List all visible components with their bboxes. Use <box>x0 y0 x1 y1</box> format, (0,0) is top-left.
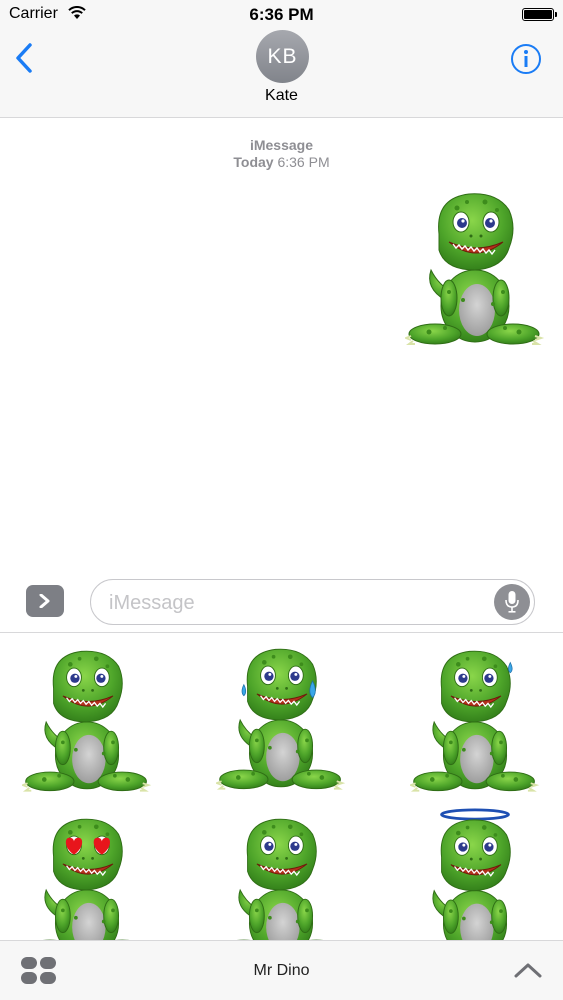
message-composer <box>0 572 563 633</box>
message-field[interactable] <box>90 579 535 625</box>
chevron-up-icon[interactable] <box>513 961 543 984</box>
sticker-dino-sweat-big[interactable] <box>216 639 346 799</box>
sticker-drawer <box>0 633 563 940</box>
sticker-dino-plain[interactable] <box>216 809 346 940</box>
chevron-left-icon[interactable] <box>14 42 34 79</box>
battery-icon <box>522 8 557 21</box>
sticker-dino-halo[interactable] <box>409 803 540 940</box>
sticker-dino-sweat-drop[interactable] <box>409 641 540 801</box>
message-input[interactable] <box>107 589 481 617</box>
conversation-header: KB Kate <box>0 30 563 118</box>
expand-apps-button[interactable] <box>26 585 64 617</box>
message-timestamp: Today 6:36 PM <box>0 154 563 170</box>
time-label: 6:36 PM <box>277 154 330 170</box>
service-label: iMessage <box>249 137 314 153</box>
clock: 6:36 PM <box>249 5 314 24</box>
microphone-icon[interactable] <box>494 584 530 620</box>
status-bar: Carrier 6:36 PM <box>0 0 563 30</box>
contact-avatar[interactable]: KB <box>256 30 309 83</box>
chevron-right-icon <box>39 594 50 608</box>
sticker-dino-smile[interactable] <box>22 641 152 801</box>
sent-sticker-dino-smile[interactable] <box>405 188 545 350</box>
sticker-pack-name: Mr Dino <box>253 962 310 979</box>
date-label: Today <box>233 154 274 170</box>
contact-name[interactable]: Kate <box>0 87 563 105</box>
info-circle-icon[interactable] <box>510 43 542 80</box>
sticker-dino-heart-eyes[interactable] <box>22 809 152 940</box>
app-bottom-bar: Mr Dino <box>0 940 563 1000</box>
